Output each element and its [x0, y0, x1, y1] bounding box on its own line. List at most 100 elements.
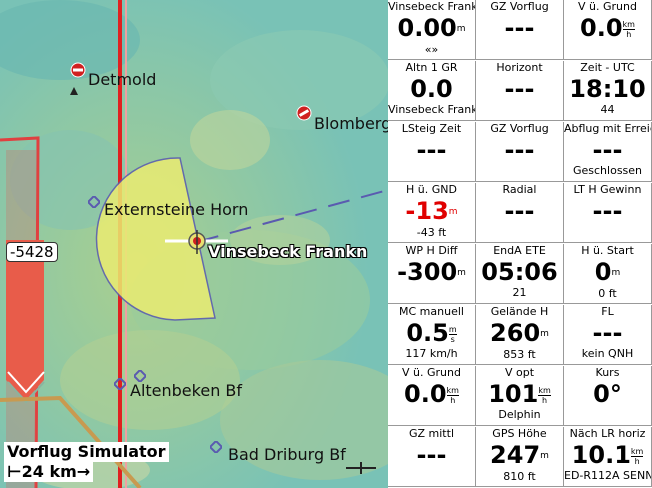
- place-label-detmold: Detmold: [88, 70, 157, 89]
- infobox-value: ---: [476, 14, 563, 42]
- infobox-value: ---: [476, 136, 563, 164]
- infobox-value: ---: [388, 136, 475, 164]
- infobox[interactable]: GZ Vorflug ---: [476, 122, 564, 182]
- infobox-unit-num: km: [630, 446, 644, 456]
- infobox-value-text: ---: [592, 136, 623, 164]
- infobox-title: Radial: [502, 183, 537, 196]
- infobox-title: Horizont: [496, 61, 543, 74]
- infobox-unit-den: h: [446, 394, 459, 405]
- place-label-vinsebeck: Vinsebeck Frankn: [208, 242, 368, 261]
- infobox-unit: m: [611, 268, 621, 278]
- infobox-unit-den: h: [538, 394, 551, 405]
- infobox-value-text: ---: [504, 136, 535, 164]
- infobox[interactable]: V ü. Grund 0.0 km h: [564, 0, 652, 60]
- infobox-title: Altn 1 GR: [405, 61, 458, 74]
- infobox[interactable]: LSteig Zeit ---: [388, 122, 476, 182]
- infobox[interactable]: Kurs 0°: [564, 366, 652, 426]
- infobox-value: 0m: [564, 258, 651, 287]
- infobox-value: 101 km h: [476, 380, 563, 408]
- infobox-title: H ü. GND: [406, 183, 457, 196]
- infobox[interactable]: Gelände H 260m 853 ft: [476, 305, 564, 365]
- infobox[interactable]: V opt 101 km h Delphin: [476, 366, 564, 426]
- infobox[interactable]: H ü. Start 0m 0 ft: [564, 244, 652, 304]
- infobox-value-text: ---: [504, 14, 535, 42]
- infobox-unit-num: m: [448, 324, 457, 334]
- infobox[interactable]: FL --- kein QNH: [564, 305, 652, 365]
- infobox-comment: kein QNH: [581, 347, 634, 360]
- infobox[interactable]: GZ Vorflug ---: [476, 0, 564, 60]
- infobox-title: FL: [601, 305, 614, 318]
- scale-left-icon: ⊢: [7, 462, 22, 481]
- infobox-title: WP H Diff: [405, 244, 458, 257]
- infobox-value-text: 18:10: [569, 75, 646, 103]
- infobox-value: ---: [564, 136, 651, 164]
- infobox[interactable]: Horizont ---: [476, 61, 564, 121]
- infobox[interactable]: H ü. GND -13m -43 ft: [388, 183, 476, 243]
- moving-map[interactable]: Detmold Blomberg Externsteine Horn Vinse…: [0, 0, 388, 488]
- infobox[interactable]: GPS Höhe 247m 810 ft: [476, 427, 564, 487]
- infobox-title: LSteig Zeit: [401, 122, 462, 135]
- waypoint-marker-icon: [70, 80, 78, 99]
- infobox-unit-num: km: [446, 385, 459, 395]
- infobox[interactable]: GZ mittl ---: [388, 427, 476, 487]
- infobox[interactable]: Näch LR horiz 10.1 km h ED-R112A SENNE: [564, 427, 652, 487]
- infobox-comment: Delphin: [498, 408, 541, 421]
- infobox-title: Gelände H: [490, 305, 549, 318]
- infobox-unit: km h: [630, 446, 644, 466]
- infobox-comment: 0 ft: [598, 287, 617, 300]
- infobox-title: Näch LR horiz: [569, 427, 646, 440]
- infobox[interactable]: Zeit - UTC 18:10 44: [564, 61, 652, 121]
- infobox-title: Zeit - UTC: [580, 61, 635, 74]
- infobox-value-text: 0°: [593, 380, 622, 408]
- infobox-value-text: 0.5: [406, 319, 449, 347]
- infobox-value-text: 10.1: [571, 441, 631, 469]
- infobox[interactable]: LT H Gewinn ---: [564, 183, 652, 243]
- infobox-value: 18:10: [564, 75, 651, 103]
- infobox-title: GZ Vorflug: [490, 122, 549, 135]
- airfield-icon[interactable]: [296, 105, 312, 125]
- infobox-value: ---: [476, 197, 563, 225]
- infobox-value-text: 05:06: [481, 258, 558, 286]
- infobox-title: GZ mittl: [408, 427, 454, 440]
- airfield-icon[interactable]: [70, 62, 86, 82]
- infobox-value-text: ---: [504, 197, 535, 225]
- infobox-value: ---: [388, 441, 475, 469]
- infobox-value-text: -13: [405, 197, 449, 225]
- infobox[interactable]: WP H Diff -300m: [388, 244, 476, 304]
- infobox-unit: ms: [448, 324, 457, 344]
- infobox-unit: m: [540, 451, 549, 461]
- infobox-comment: Geschlossen: [572, 164, 643, 177]
- infobox[interactable]: Abflug mit Erreichbarkeit---Geschlossen: [564, 122, 652, 182]
- infobox[interactable]: EndA ETE 05:06 21: [476, 244, 564, 304]
- scale-right-icon: →: [76, 462, 91, 481]
- infobox-value: ---: [476, 75, 563, 103]
- infobox-title: LT H Gewinn: [573, 183, 642, 196]
- infobox[interactable]: Altn 1 GR 0.0 Vinsebeck Frank: [388, 61, 476, 121]
- infobox-value: 0.00m: [388, 14, 475, 43]
- infobox[interactable]: V ü. Grund 0.0 km h: [388, 366, 476, 426]
- infobox-value-text: ---: [416, 441, 447, 469]
- infobox-title: Kurs: [595, 366, 620, 379]
- infobox[interactable]: Vinsebeck Frank 0.00m «»: [388, 0, 476, 60]
- infobox-unit-num: km: [622, 19, 635, 29]
- infobox-comment: 117 km/h: [405, 347, 458, 360]
- infobox-comment: 21: [512, 286, 527, 299]
- infobox-value: 0.0 km h: [388, 380, 475, 408]
- infobox-title: GPS Höhe: [492, 427, 547, 440]
- place-label-blomberg: Blomberg: [314, 114, 388, 133]
- infobox-unit-num: km: [538, 385, 551, 395]
- infobox-value: ---: [564, 319, 651, 347]
- infobox[interactable]: Radial ---: [476, 183, 564, 243]
- infobox-value-text: 260: [490, 319, 541, 347]
- infobox-unit: m: [457, 268, 466, 278]
- infobox-unit: km h: [446, 385, 459, 405]
- place-label-altenbeken: Altenbeken Bf: [130, 381, 243, 400]
- infobox-panel: Vinsebeck Frank 0.00m «» GZ Vorflug --- V ü. …: [388, 0, 652, 488]
- infobox-value-text: ---: [592, 319, 623, 347]
- infobox[interactable]: MC manuell 0.5 m s 117 km/h: [388, 305, 476, 365]
- infobox-comment: «»: [424, 43, 439, 56]
- infobox-value-text: ---: [416, 136, 447, 164]
- scale-label: 24 km: [21, 462, 77, 481]
- infobox-unit: km h: [622, 19, 635, 39]
- infobox-value: ---: [564, 197, 651, 225]
